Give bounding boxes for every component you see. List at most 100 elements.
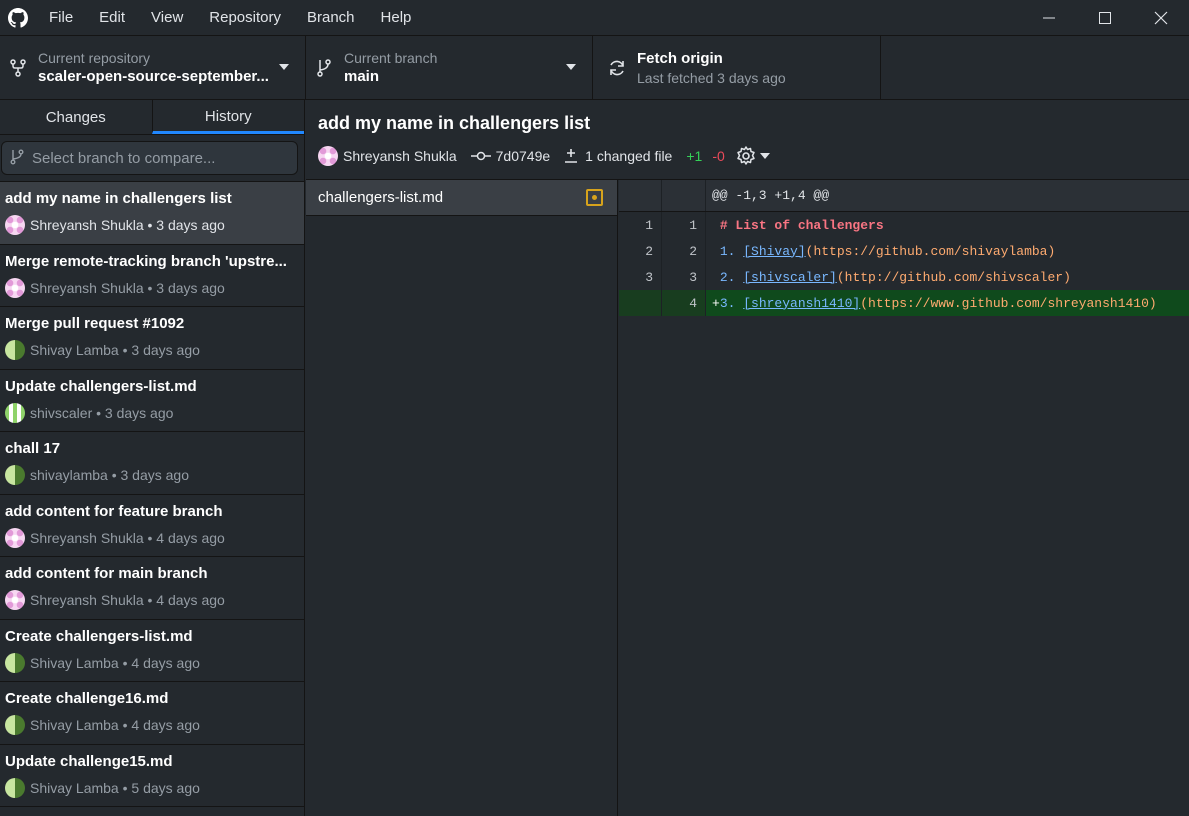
tab-changes[interactable]: Changes xyxy=(0,100,152,134)
commit-header: add my name in challengers list Shreyans… xyxy=(306,100,1189,180)
code-token: (https://github.com/shivaylamba) xyxy=(805,243,1056,259)
commit-item-title: Update challenge15.md xyxy=(5,752,173,770)
repo-label: Current repository xyxy=(38,49,151,66)
commit-item-meta: Shivay Lamba • 4 days ago xyxy=(5,715,298,735)
diff-line[interactable]: 22 1. [Shivay] (https://github.com/shivay… xyxy=(619,238,1189,264)
code-token: (http://github.com/shivscaler) xyxy=(836,269,1071,285)
commit-item-title: Create challengers-list.md xyxy=(5,627,193,645)
diff-line-prefix: + xyxy=(712,295,720,311)
menu-repository[interactable]: Repository xyxy=(196,0,294,36)
maximize-button[interactable] xyxy=(1077,0,1133,36)
code-token: [shivscaler] xyxy=(743,269,837,285)
diff-line[interactable]: 33 2. [shivscaler] (http://github.com/shi… xyxy=(619,264,1189,290)
menu-help[interactable]: Help xyxy=(368,0,425,36)
new-line-number: 1 xyxy=(662,212,706,238)
commit-author-time: shivaylamba • 3 days ago xyxy=(30,467,189,483)
commit-details: Shreyansh Shukla 7d0749e 1 changed file … xyxy=(318,145,770,167)
tab-history[interactable]: History xyxy=(151,100,304,134)
diff-icon xyxy=(564,148,578,164)
code-token: [shreyansh1410] xyxy=(743,295,861,311)
fetch-subtitle: Last fetched 3 days ago xyxy=(637,69,786,86)
diff-line-code: # List of challengers xyxy=(706,212,1189,238)
new-line-number: 3 xyxy=(662,264,706,290)
avatar xyxy=(5,652,25,673)
avatar xyxy=(5,215,25,235)
file-row[interactable]: challengers-list.md xyxy=(306,180,617,216)
commit-author-time: Shreyansh Shukla • 3 days ago xyxy=(30,279,225,296)
diff-line-prefix xyxy=(712,218,720,233)
github-logo-icon xyxy=(0,0,36,36)
commit-item-meta: Shreyansh Shukla • 4 days ago xyxy=(5,527,298,548)
author-name: Shreyansh Shukla xyxy=(343,148,457,164)
close-button[interactable] xyxy=(1133,0,1189,36)
commit-list-item[interactable]: Create challengers-list.md Shivay Lamba •… xyxy=(0,620,304,682)
toolbar: Current repository scaler-open-source-se… xyxy=(0,36,1189,100)
deletions-count: -0 xyxy=(712,148,725,164)
sync-icon xyxy=(601,58,633,78)
code-token: 1. xyxy=(719,243,744,259)
compare-branch-input[interactable]: Select branch to compare... xyxy=(1,141,298,175)
file-modified-icon xyxy=(586,189,603,206)
commit-list-item[interactable]: Update challengers-list.md shivscaler • 3… xyxy=(0,370,304,432)
commit-list: add my name in challengers list Shreyansh… xyxy=(0,181,304,807)
commit-item-meta: shivaylamba • 3 days ago xyxy=(5,465,298,485)
sha-text: 7d0749e xyxy=(495,148,551,164)
avatar xyxy=(5,527,25,548)
minimize-button[interactable] xyxy=(1021,0,1077,36)
window-controls xyxy=(1021,0,1189,36)
commit-item-title: Create challenge16.md xyxy=(5,690,169,707)
diff-settings-button[interactable] xyxy=(735,145,770,167)
current-branch-button[interactable]: Current branch main xyxy=(306,36,593,99)
commit-item-meta: Shreyansh Shukla • 4 days ago xyxy=(5,590,298,610)
sidebar: Changes History Select branch to compare… xyxy=(0,100,305,816)
commit-author-time: Shreyansh Shukla • 3 days ago xyxy=(30,217,225,233)
commit-list-item[interactable]: add content for feature branch Shreyansh … xyxy=(0,495,304,557)
commit-list-item[interactable]: Merge remote-tracking branch 'upstre... S… xyxy=(0,245,304,307)
old-line-number: 1 xyxy=(619,212,662,238)
branch-name: main xyxy=(344,67,380,85)
diff-line[interactable]: 4 +3. [shreyansh1410] (https://www.github.… xyxy=(619,290,1189,316)
commit-item-meta: Shivay Lamba • 4 days ago xyxy=(5,652,298,673)
menu-branch[interactable]: Branch xyxy=(294,0,368,36)
commit-item-title: Update challengers-list.md xyxy=(5,377,197,395)
avatar xyxy=(5,402,25,423)
avatar xyxy=(5,590,25,610)
commit-item-meta: Shivay Lamba • 5 days ago xyxy=(5,777,298,798)
maximize-icon xyxy=(1099,12,1111,24)
changed-files-list: challengers-list.md xyxy=(306,180,618,816)
old-line-number: 3 xyxy=(619,264,662,290)
diff-line-code: +3. [shreyansh1410] (https://www.github.c… xyxy=(706,290,1189,316)
commit-list-item[interactable]: Update challenge15.md Shivay Lamba • 5 da… xyxy=(0,745,304,807)
commit-list-item[interactable]: chall 17 shivaylamba • 3 days ago xyxy=(0,432,304,495)
commit-item-title: add my name in challengers list xyxy=(5,190,232,207)
commit-item-meta: shivscaler • 3 days ago xyxy=(5,402,298,423)
commit-list-item[interactable]: add content for main branch Shreyansh Shu… xyxy=(0,557,304,620)
old-line-number: 2 xyxy=(619,238,662,264)
commit-list-item[interactable]: Create challenge16.md Shivay Lamba • 4 da… xyxy=(0,682,304,745)
commit-author-time: Shivay Lamba • 3 days ago xyxy=(30,342,200,358)
menu-file[interactable]: File xyxy=(36,0,86,36)
code-token: # List of challengers xyxy=(719,217,884,233)
commit-author-time: Shivay Lamba • 4 days ago xyxy=(30,654,200,671)
code-token: [Shivay] xyxy=(743,243,806,259)
fetch-origin-button[interactable]: Fetch origin Last fetched 3 days ago xyxy=(593,36,881,99)
commit-author-time: shivscaler • 3 days ago xyxy=(30,404,174,421)
commit-sha[interactable]: 7d0749e xyxy=(470,148,551,164)
new-line-number: 2 xyxy=(662,238,706,264)
menu-edit[interactable]: Edit xyxy=(86,0,138,36)
commit-list-item[interactable]: Merge pull request #1092 Shivay Lamba • 3… xyxy=(0,307,304,370)
code-token: (https://www.github.com/shreyansh1410) xyxy=(860,295,1157,311)
additions-count: +1 xyxy=(686,148,703,164)
branch-label: Current branch xyxy=(344,49,438,66)
commit-list-item[interactable]: add my name in challengers list Shreyansh… xyxy=(0,182,304,245)
diff-line-prefix xyxy=(712,244,720,259)
avatar xyxy=(5,777,25,798)
commit-item-title: add content for feature branch xyxy=(5,502,223,520)
avatar xyxy=(5,715,25,735)
menu-view[interactable]: View xyxy=(138,0,196,36)
current-repository-button[interactable]: Current repository scaler-open-source-se… xyxy=(0,36,306,99)
close-icon xyxy=(1154,11,1168,25)
diff-line[interactable]: 11 # List of challengers xyxy=(619,212,1189,238)
commit-author: Shreyansh Shukla xyxy=(318,146,457,166)
git-commit-icon xyxy=(470,150,491,162)
